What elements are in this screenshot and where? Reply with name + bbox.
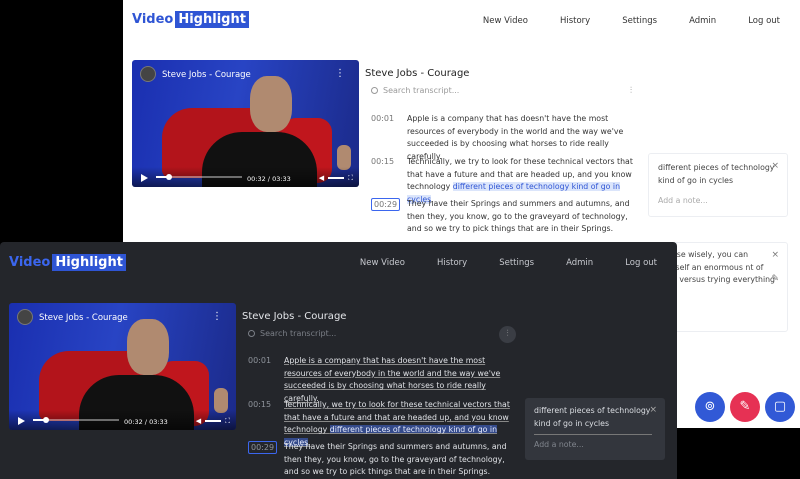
page-title: Steve Jobs - Courage xyxy=(242,311,347,322)
edit-icon[interactable]: ✎ xyxy=(771,273,779,286)
volume-slider[interactable] xyxy=(205,420,222,422)
lifebuoy-icon[interactable]: ⊚ xyxy=(695,392,725,422)
add-note-input[interactable]: Add a note... xyxy=(534,439,656,452)
volume-slider[interactable] xyxy=(328,177,345,179)
note-quote: different pieces of technology kind of g… xyxy=(534,405,652,436)
seek-bar[interactable] xyxy=(156,174,242,180)
nav-admin[interactable]: Admin xyxy=(689,16,716,26)
channel-avatar xyxy=(17,309,33,325)
search-input[interactable]: Search transcript... xyxy=(248,329,336,338)
search-icon xyxy=(248,330,255,337)
add-note-input[interactable]: Add a note... xyxy=(658,195,778,208)
fullscreen-icon[interactable]: ⛶ xyxy=(348,174,353,183)
more-icon[interactable]: ⋮ xyxy=(212,311,222,322)
time-readout: 00:32 / 03:33 xyxy=(247,175,291,183)
nav-settings[interactable]: Settings xyxy=(499,258,534,268)
timestamp-active[interactable]: 00:29 xyxy=(248,441,278,454)
close-icon[interactable]: × xyxy=(771,249,779,262)
player-controls: 00:32 / 03:33 ◀ ⛶ xyxy=(9,410,236,430)
logo[interactable]: Video Highlight xyxy=(9,254,126,271)
sliders-icon[interactable]: ⫶ xyxy=(623,83,639,99)
video-player[interactable]: Steve Jobs - Courage ⋮ 00:32 / 03:33 ◀ ⛶ xyxy=(9,303,236,430)
search-input[interactable]: Search transcript... xyxy=(371,86,459,95)
sliders-icon[interactable]: ⫶ xyxy=(499,326,516,343)
transcript-text[interactable]: They have their Springs and summers and … xyxy=(407,198,641,236)
play-icon[interactable] xyxy=(141,174,148,182)
note-quote: different pieces of technology kind of g… xyxy=(658,163,775,185)
nav-admin[interactable]: Admin xyxy=(566,258,593,268)
nav-log-out[interactable]: Log out xyxy=(748,16,780,26)
fullscreen-icon[interactable]: ⛶ xyxy=(225,417,230,426)
seek-bar[interactable] xyxy=(33,417,119,423)
video-title: Steve Jobs - Courage xyxy=(39,313,128,323)
note-card: different pieces of technology kind of g… xyxy=(525,398,665,460)
video-player[interactable]: Steve Jobs - Courage ⋮ 00:32 / 03:33 ◀ ⛶ xyxy=(132,60,359,187)
pencil-icon[interactable]: ✎ xyxy=(730,392,760,422)
nav-settings[interactable]: Settings xyxy=(622,16,657,26)
nav-new-video[interactable]: New Video xyxy=(360,258,405,268)
page-title: Steve Jobs - Courage xyxy=(365,68,470,79)
note-card: different pieces of technology kind of g… xyxy=(648,153,788,217)
channel-avatar xyxy=(140,66,156,82)
nav-history[interactable]: History xyxy=(437,258,467,268)
chat-icon[interactable]: ▢ xyxy=(765,392,795,422)
play-icon[interactable] xyxy=(18,417,25,425)
nav-new-video[interactable]: New Video xyxy=(483,16,528,26)
more-icon[interactable]: ⋮ xyxy=(335,68,345,79)
timestamp-active[interactable]: 00:29 xyxy=(371,198,401,211)
top-nav: New Video History Settings Admin Log out xyxy=(451,16,780,26)
close-icon[interactable]: × xyxy=(649,404,657,417)
volume-icon[interactable]: ◀ xyxy=(319,174,324,183)
close-icon[interactable]: × xyxy=(771,160,779,173)
dark-app-window: Video Highlight New Video History Setting… xyxy=(0,242,677,479)
top-nav: New Video History Settings Admin Log out xyxy=(328,258,657,268)
search-icon xyxy=(371,87,378,94)
logo[interactable]: Video Highlight xyxy=(132,11,249,28)
transcript-row[interactable]: 00:29 They have their Springs and summer… xyxy=(248,441,518,479)
transcript-row[interactable]: 00:29 They have their Springs and summer… xyxy=(371,198,641,236)
player-controls: 00:32 / 03:33 ◀ ⛶ xyxy=(132,167,359,187)
video-title: Steve Jobs - Courage xyxy=(162,70,251,80)
volume-icon[interactable]: ◀ xyxy=(196,417,201,426)
time-readout: 00:32 / 03:33 xyxy=(124,418,168,426)
nav-log-out[interactable]: Log out xyxy=(625,258,657,268)
nav-history[interactable]: History xyxy=(560,16,590,26)
transcript-text[interactable]: They have their Springs and summers and … xyxy=(284,441,518,479)
